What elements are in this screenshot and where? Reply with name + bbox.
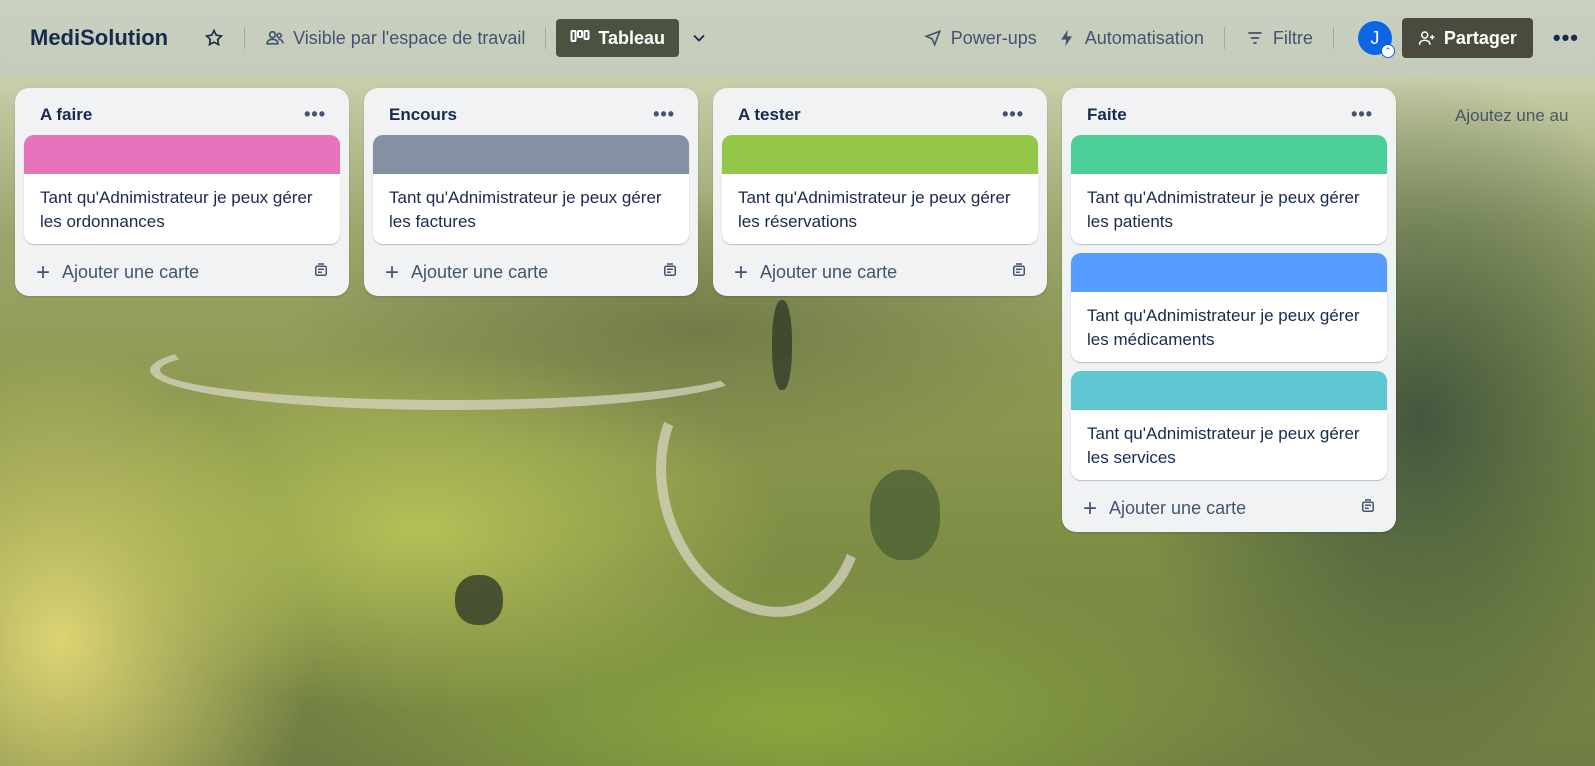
header-divider	[1223, 27, 1225, 49]
list-title[interactable]: A faire	[40, 105, 92, 125]
create-from-template-button[interactable]	[1359, 497, 1377, 520]
list-header: Encours •••	[373, 96, 689, 135]
plus-icon: +	[734, 258, 749, 286]
filter-icon	[1248, 32, 1262, 44]
list-menu-button[interactable]: •••	[653, 104, 675, 125]
list-header: Faite •••	[1071, 96, 1387, 135]
list-header: A tester •••	[722, 96, 1038, 135]
card-cover	[1071, 371, 1387, 410]
card-cover	[1071, 253, 1387, 292]
board-menu-button[interactable]: •••	[1553, 25, 1579, 51]
plus-icon: +	[385, 258, 400, 286]
automation-label: Automatisation	[1084, 27, 1204, 48]
card-title: Tant qu'Adnimistrateur je peux gérer les…	[1087, 188, 1360, 231]
add-card-button[interactable]: + Ajouter une carte	[385, 258, 549, 286]
share-button[interactable]: Partager	[1401, 18, 1533, 58]
card-title: Tant qu'Adnimistrateur je peux gérer les…	[738, 188, 1011, 231]
card-title: Tant qu'Adnimistrateur je peux gérer les…	[40, 188, 313, 231]
add-person-icon	[1418, 31, 1435, 45]
list-header: A faire •••	[24, 96, 340, 135]
member-avatar[interactable]: J ⌃	[1357, 21, 1395, 58]
board-lists: A faire ••• Tant qu'Adnimistrateur je peux…	[15, 88, 1396, 532]
card-template-icon	[1362, 499, 1374, 512]
card[interactable]: Tant qu'Adnimistrateur je peux gérer les…	[1071, 371, 1387, 480]
add-card-button[interactable]: + Ajouter une carte	[1083, 494, 1247, 522]
add-list-button[interactable]: Ajoutez une au	[1455, 106, 1568, 126]
card[interactable]: Tant qu'Adnimistrateur je peux gérer les…	[373, 135, 689, 244]
list: Faite ••• Tant qu'Adnimistrateur je peux g…	[1062, 88, 1396, 532]
lightning-icon	[1060, 29, 1072, 47]
plus-icon: +	[1083, 494, 1098, 522]
list: A faire ••• Tant qu'Adnimistrateur je peux…	[15, 88, 349, 296]
add-card-button[interactable]: + Ajouter une carte	[36, 258, 200, 286]
card-title: Tant qu'Adnimistrateur je peux gérer les…	[389, 188, 662, 231]
card-cover	[373, 135, 689, 174]
create-from-template-button[interactable]	[312, 261, 330, 284]
list-title[interactable]: A tester	[738, 105, 801, 125]
admin-badge-icon: ⌃	[1380, 44, 1395, 58]
list-footer: + Ajouter une carte	[373, 253, 689, 286]
add-card-label: Ajouter une carte	[411, 262, 549, 282]
header-divider	[545, 27, 547, 49]
chevron-down-icon	[693, 34, 705, 42]
add-card-label: Ajouter une carte	[760, 262, 898, 282]
card-title: Tant qu'Adnimistrateur je peux gérer les…	[1087, 306, 1360, 349]
avatar-initial: J	[1370, 27, 1380, 48]
card[interactable]: Tant qu'Adnimistrateur je peux gérer les…	[1071, 253, 1387, 362]
filter-button[interactable]: Filtre	[1235, 20, 1323, 56]
add-card-button[interactable]: + Ajouter une carte	[734, 258, 898, 286]
card-template-icon	[315, 263, 327, 276]
list-title[interactable]: Encours	[389, 105, 457, 125]
list: Encours ••• Tant qu'Adnimistrateur je peux…	[364, 88, 698, 296]
card-cover	[24, 135, 340, 174]
automation-button[interactable]: Automatisation	[1047, 20, 1214, 56]
add-card-label: Ajouter une carte	[1109, 498, 1247, 518]
card-template-icon	[1013, 263, 1025, 276]
board-view-icon	[570, 30, 590, 42]
list-menu-button[interactable]: •••	[1002, 104, 1024, 125]
card-title: Tant qu'Adnimistrateur je peux gérer les…	[1087, 424, 1360, 467]
workspace-visibility-icon	[266, 30, 284, 45]
list-footer: + Ajouter une carte	[24, 253, 340, 286]
board-view-label: Tableau	[598, 27, 666, 48]
board-view-button[interactable]: Tableau	[556, 19, 680, 57]
visibility-label: Visible par l'espace de travail	[293, 27, 526, 48]
visibility-button[interactable]: Visible par l'espace de travail	[255, 20, 535, 56]
header-divider	[1332, 27, 1334, 49]
powerups-label: Power-ups	[950, 27, 1037, 48]
filter-label: Filtre	[1272, 27, 1313, 48]
card-template-icon	[664, 263, 676, 276]
board-title[interactable]: MediSolution	[30, 25, 168, 51]
rocket-icon	[923, 29, 941, 47]
list-menu-button[interactable]: •••	[304, 104, 326, 125]
view-switcher-button[interactable]	[679, 20, 719, 56]
card-cover	[1071, 135, 1387, 174]
background-tree	[455, 575, 503, 625]
star-icon	[204, 28, 224, 47]
card[interactable]: Tant qu'Adnimistrateur je peux gérer les…	[24, 135, 340, 244]
create-from-template-button[interactable]	[661, 261, 679, 284]
header-divider	[244, 27, 246, 49]
list-footer: + Ajouter une carte	[722, 253, 1038, 286]
card[interactable]: Tant qu'Adnimistrateur je peux gérer les…	[1071, 135, 1387, 244]
card-cover	[722, 135, 1038, 174]
list-menu-button[interactable]: •••	[1351, 104, 1373, 125]
list: A tester ••• Tant qu'Adnimistrateur je peu…	[713, 88, 1047, 296]
card[interactable]: Tant qu'Adnimistrateur je peux gérer les…	[722, 135, 1038, 244]
powerups-button[interactable]: Power-ups	[913, 20, 1047, 56]
create-from-template-button[interactable]	[1010, 261, 1028, 284]
board-header: MediSolution Visible par l'espace de tra…	[0, 0, 1595, 76]
share-label: Partager	[1443, 27, 1517, 48]
list-title[interactable]: Faite	[1087, 105, 1127, 125]
star-button[interactable]	[194, 20, 234, 56]
add-card-label: Ajouter une carte	[62, 262, 200, 282]
list-footer: + Ajouter une carte	[1071, 489, 1387, 522]
plus-icon: +	[36, 258, 51, 286]
